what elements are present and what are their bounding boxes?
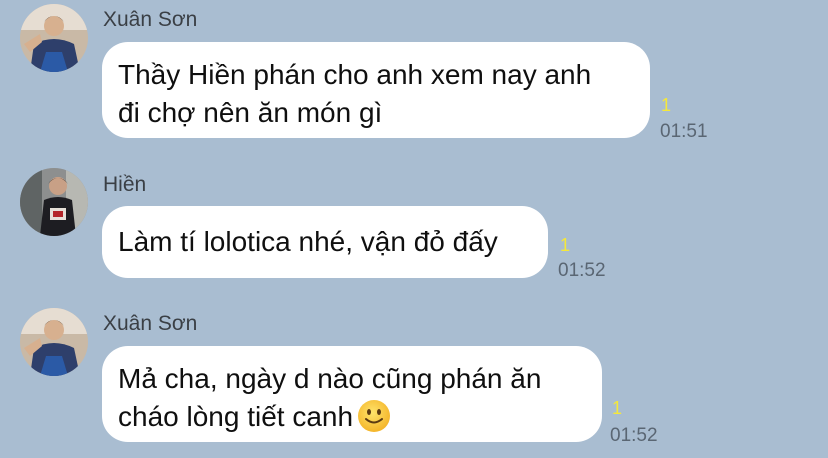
sender-name: Xuân Sơn: [103, 8, 198, 31]
message-text-line: Thầy Hiền phán cho anh xem nay anh: [118, 59, 592, 90]
avatar-photo-icon: [20, 168, 88, 236]
message-text-line: Làm tí lolotica nhé, vận đỏ đấy: [118, 226, 498, 257]
read-count: 1: [661, 95, 672, 115]
message-bubble[interactable]: Làm tí lolotica nhé, vận đỏ đấy: [102, 206, 548, 278]
message-text-line: đi chợ nên ăn món gì: [118, 97, 383, 128]
read-count: 1: [612, 398, 623, 418]
avatar-xuan-son[interactable]: [20, 4, 88, 72]
sender-name: Hiền: [103, 173, 147, 196]
timestamp: 01:52: [610, 425, 658, 446]
avatar-xuan-son[interactable]: [20, 308, 88, 376]
message-text-line: Mả cha, ngày d nào cũng phán ăn: [118, 363, 542, 394]
read-count: 1: [560, 235, 571, 255]
message-bubble[interactable]: Mả cha, ngày d nào cũng phán ăn cháo lòn…: [102, 346, 602, 442]
avatar-photo-icon: [20, 308, 88, 376]
sender-name: Xuân Sơn: [103, 312, 198, 335]
avatar-hien[interactable]: [20, 168, 88, 236]
avatar-photo-icon: [20, 4, 88, 72]
timestamp: 01:51: [660, 121, 708, 142]
message-bubble[interactable]: Thầy Hiền phán cho anh xem nay anh đi ch…: [102, 42, 650, 138]
chat-view: Xuân Sơn Thầy Hiền phán cho anh xem nay …: [0, 0, 828, 458]
timestamp: 01:52: [558, 260, 606, 281]
slightly-smiling-face-icon: [358, 400, 391, 432]
message-text-line: cháo lòng tiết canh: [118, 398, 586, 436]
message-text: cháo lòng tiết canh: [118, 401, 354, 432]
